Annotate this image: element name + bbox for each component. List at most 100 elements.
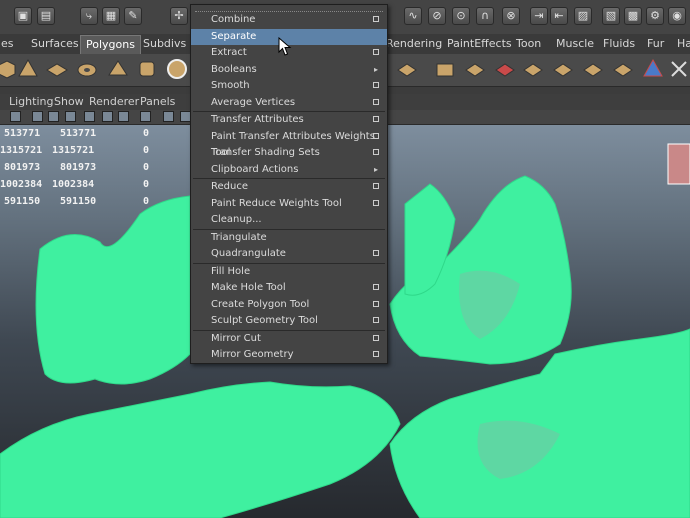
submenu-arrow-icon: ▸ (373, 164, 378, 174)
save-icon[interactable]: ▤ (37, 7, 55, 25)
menu-item-clipboard-actions[interactable]: Clipboard Actions ▸ (191, 162, 387, 179)
history-icon[interactable]: ⊗ (502, 7, 520, 25)
tear-off-handle[interactable] (195, 5, 383, 12)
normals-icon[interactable] (642, 58, 664, 80)
option-box-icon[interactable] (373, 183, 379, 189)
menu-item-mirror-geometry[interactable]: Mirror Geometry (191, 347, 387, 364)
lasso-icon[interactable]: ⤷ (80, 7, 98, 25)
menu-item-reduce[interactable]: Reduce (191, 179, 387, 196)
menu-item-label: Triangulate (211, 231, 267, 243)
menu-item-fill-hole[interactable]: Fill Hole (191, 264, 387, 281)
render-settings-icon[interactable]: ⚙ (646, 7, 664, 25)
snap-curve-icon[interactable]: ∿ (404, 7, 422, 25)
poly-soccer-icon[interactable] (166, 58, 188, 80)
split-icon[interactable] (494, 58, 516, 80)
smooth-shade-icon[interactable] (48, 111, 59, 122)
tab-toon[interactable]: Toon (511, 35, 546, 53)
option-box-icon[interactable] (373, 98, 379, 105)
hypershade-icon[interactable]: ◉ (668, 7, 686, 25)
option-box-icon[interactable] (373, 82, 379, 88)
tab-surfaces[interactable]: Surfaces (26, 35, 84, 53)
menu-item-make-hole-tool[interactable]: Make Hole Tool (191, 280, 387, 297)
shade-icon[interactable] (65, 111, 76, 122)
paint-icon[interactable]: ✎ (124, 7, 142, 25)
option-box-icon[interactable] (373, 199, 379, 206)
menu-lighting[interactable]: Lighting (9, 95, 53, 108)
append-icon[interactable] (464, 58, 486, 80)
menu-item-booleans[interactable]: Booleans ▸ (191, 62, 387, 79)
menu-show[interactable]: Show (54, 95, 84, 108)
option-box-icon[interactable] (373, 132, 379, 139)
option-box-icon[interactable] (373, 16, 379, 22)
menu-item-smooth[interactable]: Smooth (191, 78, 387, 95)
option-box-icon[interactable] (373, 250, 379, 256)
menu-item-create-polygon-tool[interactable]: Create Polygon Tool (191, 297, 387, 314)
tab-muscle[interactable]: Muscle (551, 35, 599, 53)
lights-icon[interactable] (118, 111, 129, 122)
camera-attr-icon[interactable] (10, 111, 21, 122)
mirror-icon[interactable] (612, 58, 634, 80)
poly-torus-icon[interactable] (76, 58, 98, 80)
menu-item-transfer-shading-sets[interactable]: Transfer Shading Sets (191, 145, 387, 162)
ipr-render-icon[interactable]: ▩ (624, 7, 642, 25)
extrude-icon[interactable] (396, 58, 418, 80)
menu-item-cleanup[interactable]: Cleanup... (191, 212, 387, 229)
poly-cylinder-icon[interactable] (136, 58, 158, 80)
poly-pyramid-icon[interactable] (107, 58, 129, 80)
option-box-icon[interactable] (373, 149, 379, 155)
snap-icon[interactable]: ✢ (170, 7, 188, 25)
magnet-icon[interactable]: ∩ (476, 7, 494, 25)
option-box-icon[interactable] (373, 116, 379, 122)
menu-item-transfer-attributes[interactable]: Transfer Attributes (191, 112, 387, 129)
xray-icon[interactable] (102, 111, 113, 122)
wireframe-icon[interactable] (32, 111, 43, 122)
menu-item-average-vertices[interactable]: Average Vertices (191, 95, 387, 112)
tab-polygons[interactable]: Polygons (80, 35, 141, 54)
menu-item-quadrangulate[interactable]: Quadrangulate (191, 246, 387, 263)
tab-subdivs[interactable]: Subdivs (138, 35, 191, 53)
option-box-icon[interactable] (373, 49, 379, 55)
menu-item-label: Fill Hole (211, 265, 251, 277)
smooth-icon[interactable] (582, 58, 604, 80)
option-box-icon[interactable] (373, 284, 379, 290)
cube-gizmo-icon (667, 143, 690, 185)
texture-icon[interactable] (84, 111, 95, 122)
menu-item-mirror-cut[interactable]: Mirror Cut (191, 331, 387, 348)
menu-item-paint-reduce-weights-tool[interactable]: Paint Reduce Weights Tool (191, 196, 387, 213)
tab-rendering[interactable]: Rendering (381, 35, 447, 53)
tab-painteffects[interactable]: PaintEffects (442, 35, 517, 53)
camera-icon[interactable]: ▧ (602, 7, 620, 25)
isolate-icon[interactable] (163, 111, 174, 122)
folder-icon[interactable]: ▣ (14, 7, 32, 25)
tab-fur[interactable]: Fur (642, 35, 669, 53)
bevel-icon[interactable] (522, 58, 544, 80)
option-box-icon[interactable] (373, 351, 379, 357)
menu-item-label: Sculpt Geometry Tool (211, 315, 318, 326)
poly-cube-icon[interactable] (0, 58, 18, 80)
bridge-icon[interactable] (434, 58, 456, 80)
menu-item-sculpt-geometry-tool[interactable]: Sculpt Geometry Tool (191, 313, 387, 330)
tab-es[interactable]: es (0, 35, 19, 53)
poly-cone-icon[interactable] (17, 58, 39, 80)
menu-item-triangulate[interactable]: Triangulate (191, 230, 387, 247)
uv-icon[interactable] (668, 58, 690, 80)
select-icon[interactable]: ▦ (102, 7, 120, 25)
output-icon[interactable]: ⇤ (550, 7, 568, 25)
wedge-icon[interactable] (552, 58, 574, 80)
menu-panels[interactable]: Panels (140, 95, 175, 108)
render-icon[interactable]: ▨ (574, 7, 592, 25)
input-icon[interactable]: ⇥ (530, 7, 548, 25)
menu-item-paint-transfer-attributes-weights-tool[interactable]: Paint Transfer Attributes Weights Tool (191, 129, 387, 158)
poly-plane-icon[interactable] (46, 58, 68, 80)
snap-view-icon[interactable]: ⊙ (452, 7, 470, 25)
shadows-icon[interactable] (140, 111, 151, 122)
option-box-icon[interactable] (373, 317, 379, 323)
option-box-icon[interactable] (373, 334, 379, 341)
option-box-icon[interactable] (373, 300, 379, 307)
tab-fluids[interactable]: Fluids (598, 35, 640, 53)
snap-point-icon[interactable]: ⊘ (428, 7, 446, 25)
menu-renderer[interactable]: Renderer (89, 95, 139, 108)
menu-item-label: Reduce (211, 181, 248, 192)
tab-ha[interactable]: Ha (672, 35, 690, 53)
menu-item-combine[interactable]: Combine (191, 12, 387, 29)
